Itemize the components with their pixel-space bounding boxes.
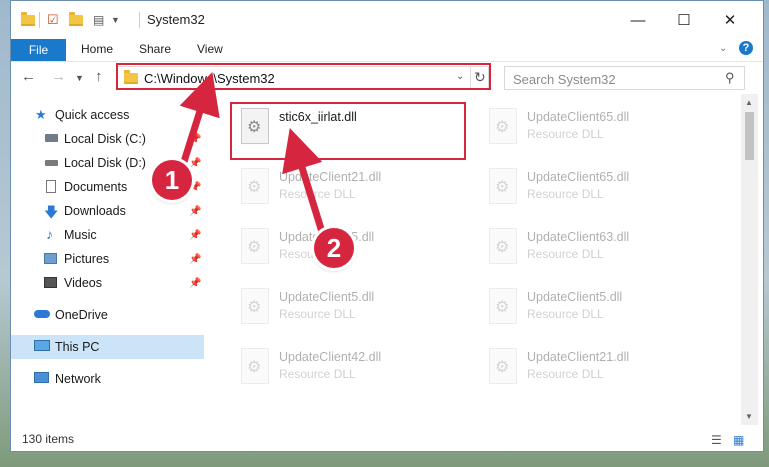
step-1-badge: 1 xyxy=(152,160,192,200)
step-2-badge: 2 xyxy=(314,228,354,268)
annotation-arrows xyxy=(178,71,326,234)
arrow-to-file xyxy=(282,127,326,234)
arrow-to-address xyxy=(178,71,220,170)
